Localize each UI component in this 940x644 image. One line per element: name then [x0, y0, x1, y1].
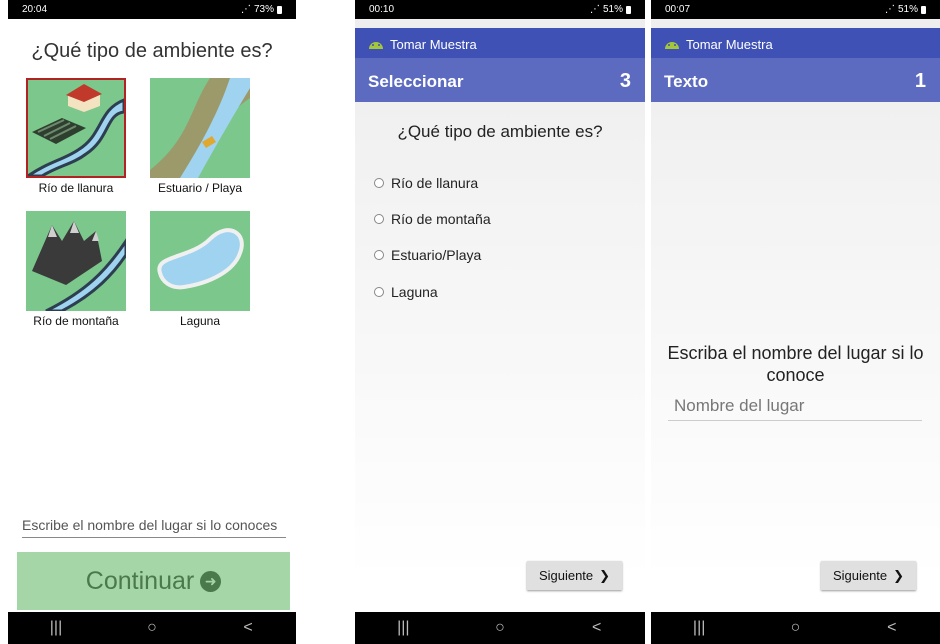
back-button[interactable]: <	[228, 619, 268, 637]
next-label: Siguiente	[538, 568, 594, 583]
next-button[interactable]: Siguiente ❯	[821, 561, 916, 590]
home-button[interactable]: ○	[775, 619, 815, 637]
status-time: 00:07	[665, 4, 691, 15]
status-indicators: ⋰ 51%	[885, 4, 926, 15]
recent-apps-button[interactable]: |||	[36, 619, 76, 637]
status-bar: 00:10 ⋰ 51%	[355, 0, 645, 19]
tile-label: Estuario / Playa	[157, 181, 243, 195]
step-number: 1	[914, 70, 926, 92]
step-header: Seleccionar 3	[355, 58, 645, 102]
prompt-text: Escriba el nombre del lugar si lo conoce	[667, 343, 924, 385]
radio-label: Río de llanura	[391, 175, 479, 191]
radio-circle-icon	[374, 250, 384, 260]
recent-apps-button[interactable]: |||	[383, 619, 423, 637]
river-plain-illustration	[26, 78, 126, 178]
system-nav-bar: ||| ○ <	[651, 612, 940, 644]
battery-icon	[921, 5, 926, 14]
android-logo-icon	[369, 42, 383, 49]
tile-label: Laguna	[179, 314, 221, 328]
tile-rio-de-llanura[interactable]: Río de llanura	[26, 78, 126, 195]
android-logo-icon	[665, 42, 679, 49]
status-time: 00:10	[369, 4, 395, 15]
battery-percent: 51%	[897, 4, 918, 15]
status-indicators: ⋰ 51%	[590, 4, 631, 15]
app-bar: Tomar Muestra	[355, 28, 645, 58]
mountain-river-illustration	[26, 211, 126, 311]
radio-option-rio-de-llanura[interactable]: Río de llanura	[374, 175, 478, 191]
app-bar: Tomar Muestra	[651, 28, 940, 58]
lagoon-illustration	[150, 211, 250, 311]
tile-label: Río de llanura	[38, 181, 114, 195]
next-button[interactable]: Siguiente ❯	[527, 561, 622, 590]
continue-label: Continuar	[85, 566, 195, 595]
radio-label: Estuario/Playa	[391, 247, 482, 263]
radio-label: Río de montaña	[391, 211, 491, 227]
place-name-input[interactable]	[22, 513, 286, 538]
wifi-signal-icon: ⋰	[884, 4, 895, 15]
back-button[interactable]: <	[872, 619, 912, 637]
tile-estuario-playa[interactable]: Estuario / Playa	[150, 78, 250, 195]
continue-button[interactable]: Continuar ➜	[17, 552, 290, 610]
status-time: 20:04	[22, 4, 48, 15]
screen-place-name: 00:07 ⋰ 51% Tomar Muestra Texto 1 Escrib…	[651, 0, 940, 644]
recent-apps-button[interactable]: |||	[679, 619, 719, 637]
tile-rio-de-montana[interactable]: Río de montaña	[26, 211, 126, 328]
wifi-signal-icon: ⋰	[589, 4, 600, 15]
battery-percent: 73%	[253, 4, 274, 15]
home-button[interactable]: ○	[132, 619, 172, 637]
step-title: Texto	[664, 72, 709, 91]
next-label: Siguiente	[832, 568, 888, 583]
battery-percent: 51%	[602, 4, 623, 15]
page-title: ¿Qué tipo de ambiente es?	[31, 40, 273, 62]
app-title: Tomar Muestra	[390, 37, 477, 52]
estuary-beach-illustration	[150, 78, 250, 178]
tile-laguna[interactable]: Laguna	[150, 211, 250, 328]
status-bar: 00:07 ⋰ 51%	[651, 0, 940, 19]
step-number: 3	[619, 70, 631, 92]
status-bar: 20:04 ⋰ 73%	[8, 0, 296, 19]
battery-icon	[277, 5, 282, 14]
screen-select-environment: 00:10 ⋰ 51% Tomar Muestra Seleccionar 3 …	[355, 0, 645, 644]
screen-environment-picker: 20:04 ⋰ 73% ¿Qué tipo de ambiente es? Rí…	[8, 0, 296, 644]
radio-option-laguna[interactable]: Laguna	[374, 284, 438, 300]
radio-option-estuario-playa[interactable]: Estuario/Playa	[374, 247, 481, 263]
app-title: Tomar Muestra	[686, 37, 773, 52]
home-button[interactable]: ○	[480, 619, 520, 637]
system-nav-bar: ||| ○ <	[8, 612, 296, 644]
radio-circle-icon	[374, 214, 384, 224]
back-button[interactable]: <	[577, 619, 617, 637]
radio-circle-icon	[374, 178, 384, 188]
radio-circle-icon	[374, 287, 384, 297]
radio-option-rio-de-montana[interactable]: Río de montaña	[374, 211, 491, 227]
circle-arrow-right-icon: ➜	[200, 570, 222, 592]
step-title: Seleccionar	[368, 72, 464, 91]
status-indicators: ⋰ 73%	[241, 4, 282, 15]
system-nav-bar: ||| ○ <	[355, 612, 645, 644]
chevron-right-icon: ❯	[893, 567, 905, 583]
step-header: Texto 1	[651, 58, 940, 102]
battery-icon	[626, 5, 631, 14]
question-text: ¿Qué tipo de ambiente es?	[397, 122, 603, 141]
chevron-right-icon: ❯	[599, 567, 611, 583]
tile-label: Río de montaña	[33, 314, 119, 328]
wifi-signal-icon: ⋰	[240, 4, 251, 15]
radio-label: Laguna	[391, 284, 438, 300]
place-name-input[interactable]	[668, 392, 922, 421]
